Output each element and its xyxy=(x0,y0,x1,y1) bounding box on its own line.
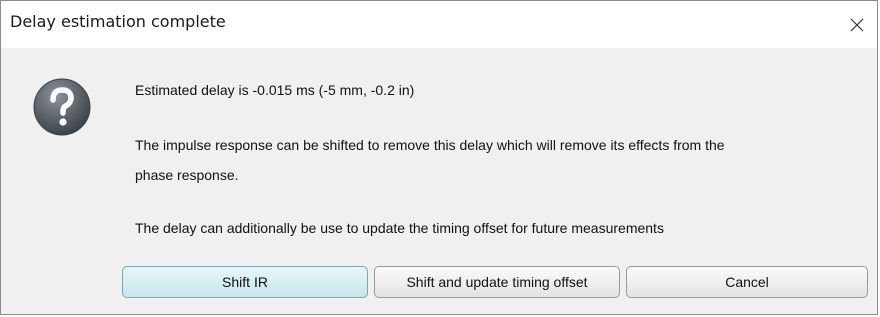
estimated-delay-text: Estimated delay is -0.015 ms (-5 mm, -0.… xyxy=(135,82,415,98)
question-icon xyxy=(33,78,91,136)
timing-offset-text: The delay can additionally be use to upd… xyxy=(135,220,664,236)
title-bar: Delay estimation complete xyxy=(1,1,877,48)
shift-explanation-text-continued: phase response. xyxy=(135,167,239,183)
shift-ir-button[interactable]: Shift IR xyxy=(122,266,368,298)
shift-and-update-timing-offset-button[interactable]: Shift and update timing offset xyxy=(374,266,620,298)
cancel-button[interactable]: Cancel xyxy=(626,266,868,298)
delay-estimation-dialog: Delay estimation complete Estimated dela… xyxy=(0,0,878,315)
close-button[interactable] xyxy=(837,1,877,48)
dialog-title: Delay estimation complete xyxy=(10,12,226,31)
dialog-body: Estimated delay is -0.015 ms (-5 mm, -0.… xyxy=(1,48,877,314)
close-icon xyxy=(850,18,864,31)
shift-explanation-text: The impulse response can be shifted to r… xyxy=(135,137,725,153)
